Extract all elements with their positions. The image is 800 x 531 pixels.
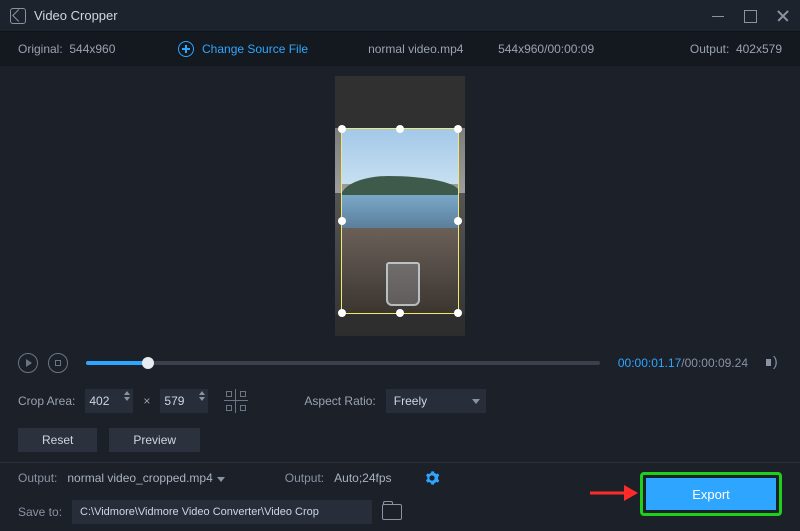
preview-button[interactable]: Preview	[109, 428, 200, 452]
stop-button[interactable]	[48, 353, 68, 373]
crop-handle-tr[interactable]	[454, 125, 462, 133]
annotation-arrow	[588, 481, 638, 508]
output-format-label: Output:	[285, 471, 324, 485]
titlebar: Video Cropper	[0, 0, 800, 32]
aspect-ratio-label: Aspect Ratio:	[304, 394, 375, 408]
chevron-down-icon	[472, 399, 480, 404]
output-settings-button[interactable]	[424, 470, 440, 486]
crop-handle-bm[interactable]	[396, 309, 404, 317]
center-crop-button[interactable]	[224, 389, 248, 413]
chevron-up-icon[interactable]	[199, 391, 205, 395]
crop-handle-tl[interactable]	[338, 125, 346, 133]
stop-icon	[55, 360, 61, 366]
play-button[interactable]	[18, 353, 38, 373]
chevron-down-icon	[217, 477, 225, 482]
crop-rectangle[interactable]	[341, 128, 459, 314]
crop-handle-bl[interactable]	[338, 309, 346, 317]
crop-handle-mr[interactable]	[454, 217, 462, 225]
maximize-button[interactable]	[744, 9, 758, 23]
chevron-up-icon[interactable]	[124, 391, 130, 395]
video-frame	[335, 76, 465, 336]
chevron-down-icon[interactable]	[199, 397, 205, 401]
change-source-file-button[interactable]: Change Source File	[178, 41, 308, 57]
save-path-select[interactable]: C:\Vidmore\Vidmore Video Converter\Video…	[72, 500, 372, 524]
output-dims-label: Output: 402x579	[690, 42, 782, 56]
close-button[interactable]	[776, 9, 790, 23]
crop-width-input[interactable]: 402	[85, 389, 133, 413]
crop-height-input[interactable]: 579	[160, 389, 208, 413]
window-title: Video Cropper	[34, 8, 694, 23]
info-bar: Original: 544x960 Change Source File nor…	[0, 32, 800, 66]
crop-handle-br[interactable]	[454, 309, 462, 317]
output-file-label: Output:	[18, 471, 57, 485]
playback-bar: 00:00:01.17/00:00:09.24	[0, 346, 800, 380]
seek-knob[interactable]	[142, 357, 154, 369]
action-buttons-row: Reset Preview	[0, 422, 800, 458]
source-dims-duration: 544x960/00:00:09	[498, 42, 638, 56]
source-filename: normal video.mp4	[368, 42, 498, 56]
app-logo-icon	[10, 8, 26, 24]
plus-circle-icon	[178, 41, 194, 57]
chevron-down-icon[interactable]	[124, 397, 130, 401]
video-preview[interactable]	[0, 66, 800, 346]
volume-icon[interactable]	[766, 355, 782, 371]
crop-handle-tm[interactable]	[396, 125, 404, 133]
total-time: 00:00:09.24	[685, 356, 748, 370]
output-file-name[interactable]: normal video_cropped.mp4	[67, 471, 224, 485]
play-icon	[26, 359, 32, 367]
current-time: 00:00:01.17	[618, 356, 681, 370]
output-format-value: Auto;24fps	[334, 471, 391, 485]
seek-slider[interactable]	[86, 361, 600, 365]
crop-area-label: Crop Area:	[18, 394, 75, 408]
aspect-ratio-select[interactable]: Freely	[386, 389, 486, 413]
crop-controls: Crop Area: 402 × 579 Aspect Ratio: Freel…	[0, 380, 800, 422]
open-folder-button[interactable]	[382, 504, 402, 520]
export-highlight: Export	[640, 472, 782, 516]
crop-handle-ml[interactable]	[338, 217, 346, 225]
export-button[interactable]: Export	[646, 478, 776, 510]
time-display: 00:00:01.17/00:00:09.24	[618, 356, 748, 370]
original-dims-label: Original: 544x960	[18, 42, 178, 56]
gear-icon	[424, 470, 440, 486]
reset-button[interactable]: Reset	[18, 428, 97, 452]
save-to-label: Save to:	[18, 505, 62, 519]
change-source-file-label: Change Source File	[202, 42, 308, 56]
minimize-button[interactable]	[712, 9, 726, 23]
